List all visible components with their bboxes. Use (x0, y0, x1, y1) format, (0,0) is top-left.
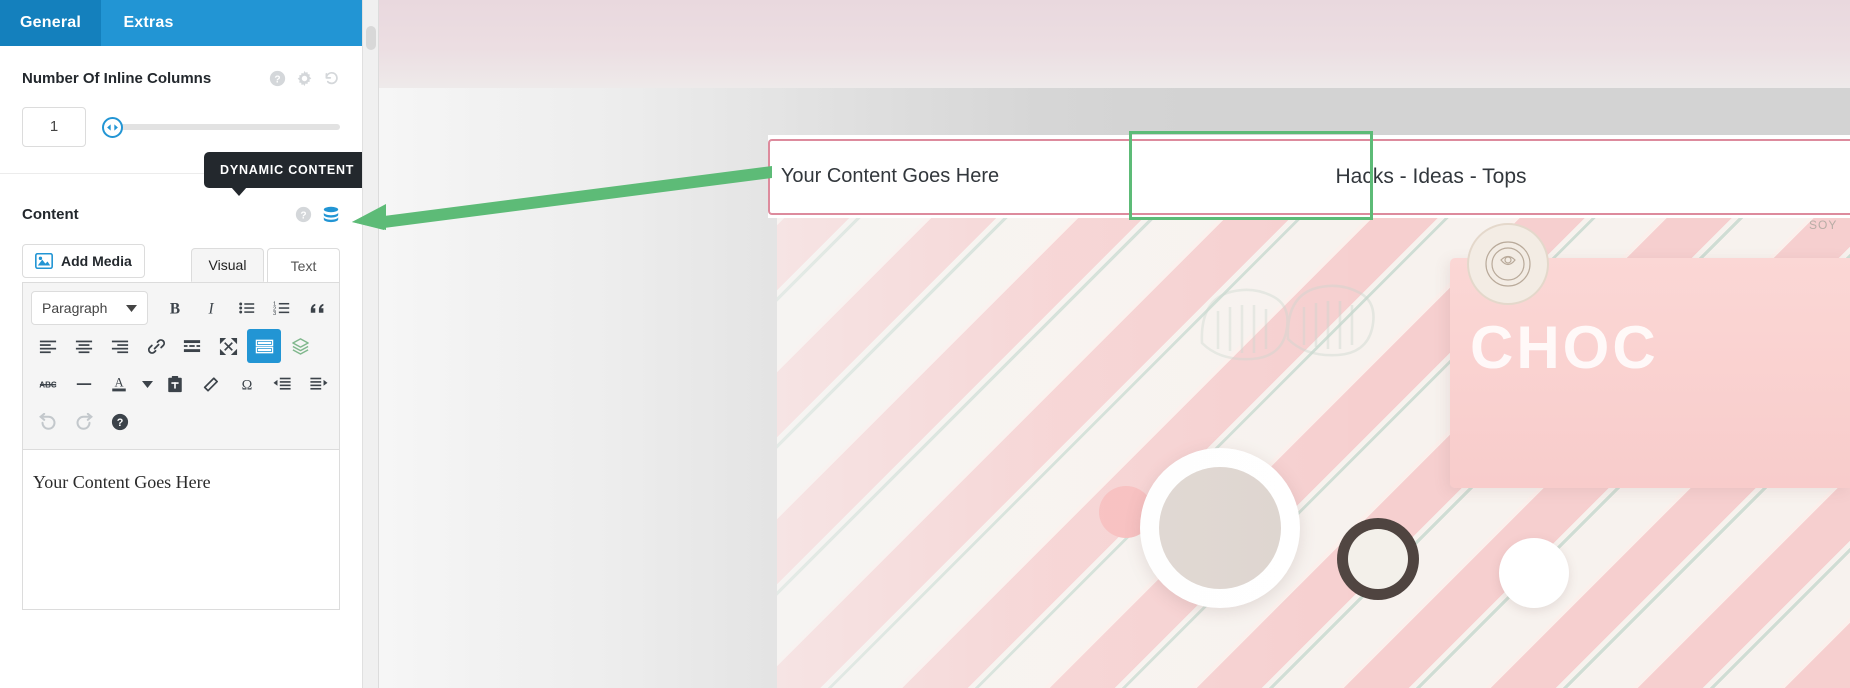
italic-icon[interactable]: I (194, 291, 228, 325)
help-icon[interactable]: ? (269, 70, 286, 87)
content-column-a[interactable]: Your Content Goes Here (768, 135, 1012, 218)
svg-text:3: 3 (273, 311, 276, 317)
scrollbar-thumb[interactable] (366, 26, 376, 50)
gear-icon[interactable] (296, 70, 313, 87)
text-color-icon[interactable]: A (103, 367, 137, 401)
settings-panel: General Extras Number Of Inline Columns … (0, 0, 363, 688)
page-top-band (379, 0, 1850, 88)
svg-text:A: A (115, 376, 124, 390)
content-columns-bar: Your Content Goes Here Hacks - Ideas - T… (768, 135, 1850, 218)
blockquote-icon[interactable] (301, 291, 335, 325)
toolbar-row-1: Paragraph B I 1 2 3 (27, 289, 335, 327)
reset-icon[interactable] (323, 70, 340, 87)
svg-text:?: ? (117, 417, 124, 429)
inline-columns-field: Number Of Inline Columns ? 1 (0, 46, 362, 147)
numbered-list-icon[interactable]: 1 2 3 (266, 291, 300, 325)
tooltip-text: DYNAMIC CONTENT (220, 163, 355, 177)
format-select-value: Paragraph (42, 300, 108, 316)
slider-handle[interactable] (102, 116, 123, 138)
preview-page: CHOC SOY (379, 0, 1850, 688)
svg-text:I: I (207, 300, 214, 317)
content-column-b[interactable]: Hacks - Ideas - Tops (1012, 135, 1850, 218)
undo-icon[interactable] (31, 405, 65, 439)
add-media-label: Add Media (61, 253, 132, 269)
dynamic-content-tooltip: DYNAMIC CONTENT (204, 152, 362, 196)
content-field-header: Content ? (0, 200, 362, 228)
inline-columns-slider[interactable] (102, 115, 340, 139)
bold-icon[interactable]: B (158, 291, 192, 325)
toolbar-row-3: ABC A Ω (27, 365, 335, 403)
slider-track (110, 124, 340, 130)
tab-extras[interactable]: Extras (101, 0, 196, 46)
dynamic-content-icon[interactable] (322, 205, 340, 223)
tab-general-label: General (20, 14, 81, 31)
clear-formatting-icon[interactable] (194, 367, 228, 401)
content-field-icons: ? (295, 205, 340, 223)
tab-extras-label: Extras (123, 14, 174, 31)
inline-columns-label: Number Of Inline Columns (22, 69, 212, 87)
align-right-icon[interactable] (103, 329, 137, 363)
read-more-icon[interactable] (175, 329, 209, 363)
link-icon[interactable] (139, 329, 173, 363)
tab-visual[interactable]: Visual (191, 248, 264, 282)
strikethrough-icon[interactable]: ABC (31, 367, 65, 401)
app-root: General Extras Number Of Inline Columns … (0, 0, 1850, 688)
preview-pane: CHOC SOY (363, 0, 1850, 688)
keyboard-help-icon[interactable]: ? (103, 405, 137, 439)
tab-visual-label: Visual (208, 257, 247, 273)
toolbar-row-4: ? (27, 403, 335, 441)
chevron-down-icon (126, 304, 138, 312)
inline-columns-header: Number Of Inline Columns ? (22, 66, 340, 90)
inline-columns-icons: ? (269, 70, 340, 87)
horizontal-rule-icon[interactable] (67, 367, 101, 401)
hero-photo: CHOC SOY (777, 218, 1850, 688)
content-column-a-text: Your Content Goes Here (780, 165, 1000, 187)
inline-columns-slider-row: 1 (22, 107, 340, 147)
editor-body-text: Your Content Goes Here (33, 472, 211, 492)
help-icon[interactable]: ? (295, 206, 312, 223)
bulleted-list-icon[interactable] (230, 291, 264, 325)
toolbar-toggle-icon[interactable] (247, 329, 281, 363)
editor-top-bar: Add Media Visual Text (22, 240, 340, 282)
indent-icon[interactable] (301, 367, 335, 401)
content-column-b-text: Hacks - Ideas - Tops (1335, 164, 1527, 188)
panel-tab-bar: General Extras (0, 0, 362, 46)
media-image-icon (35, 253, 53, 269)
editor-content-area[interactable]: Your Content Goes Here (22, 450, 340, 610)
svg-text:?: ? (300, 210, 306, 221)
svg-text:B: B (170, 300, 180, 317)
tab-text[interactable]: Text (267, 248, 340, 282)
color-dropdown-icon[interactable] (138, 367, 156, 401)
content-field-label: Content (22, 205, 79, 223)
toolbar-row-2 (27, 327, 335, 365)
add-media-button[interactable]: Add Media (22, 244, 145, 278)
align-left-icon[interactable] (31, 329, 65, 363)
editor-toolbar: Paragraph B I 1 2 3 ABC A Ω ? (22, 282, 340, 450)
special-character-icon[interactable]: Ω (230, 367, 264, 401)
svg-text:Ω: Ω (241, 377, 252, 393)
tab-text-label: Text (290, 257, 317, 274)
inline-columns-input[interactable]: 1 (22, 107, 86, 147)
redo-icon[interactable] (67, 405, 101, 439)
wp-editor: Add Media Visual Text Paragraph B I 1 2 … (0, 240, 362, 610)
svg-text:?: ? (274, 74, 280, 85)
outdent-icon[interactable] (265, 367, 299, 401)
photo-overlay (777, 218, 1850, 688)
layers-icon[interactable] (283, 329, 317, 363)
editor-mode-tabs: Visual Text (191, 248, 340, 282)
format-select[interactable]: Paragraph (31, 291, 149, 325)
paste-as-text-icon[interactable] (158, 367, 192, 401)
preview-scrollbar[interactable] (363, 0, 379, 688)
tab-general[interactable]: General (0, 0, 101, 46)
fullscreen-icon[interactable] (211, 329, 245, 363)
align-center-icon[interactable] (67, 329, 101, 363)
